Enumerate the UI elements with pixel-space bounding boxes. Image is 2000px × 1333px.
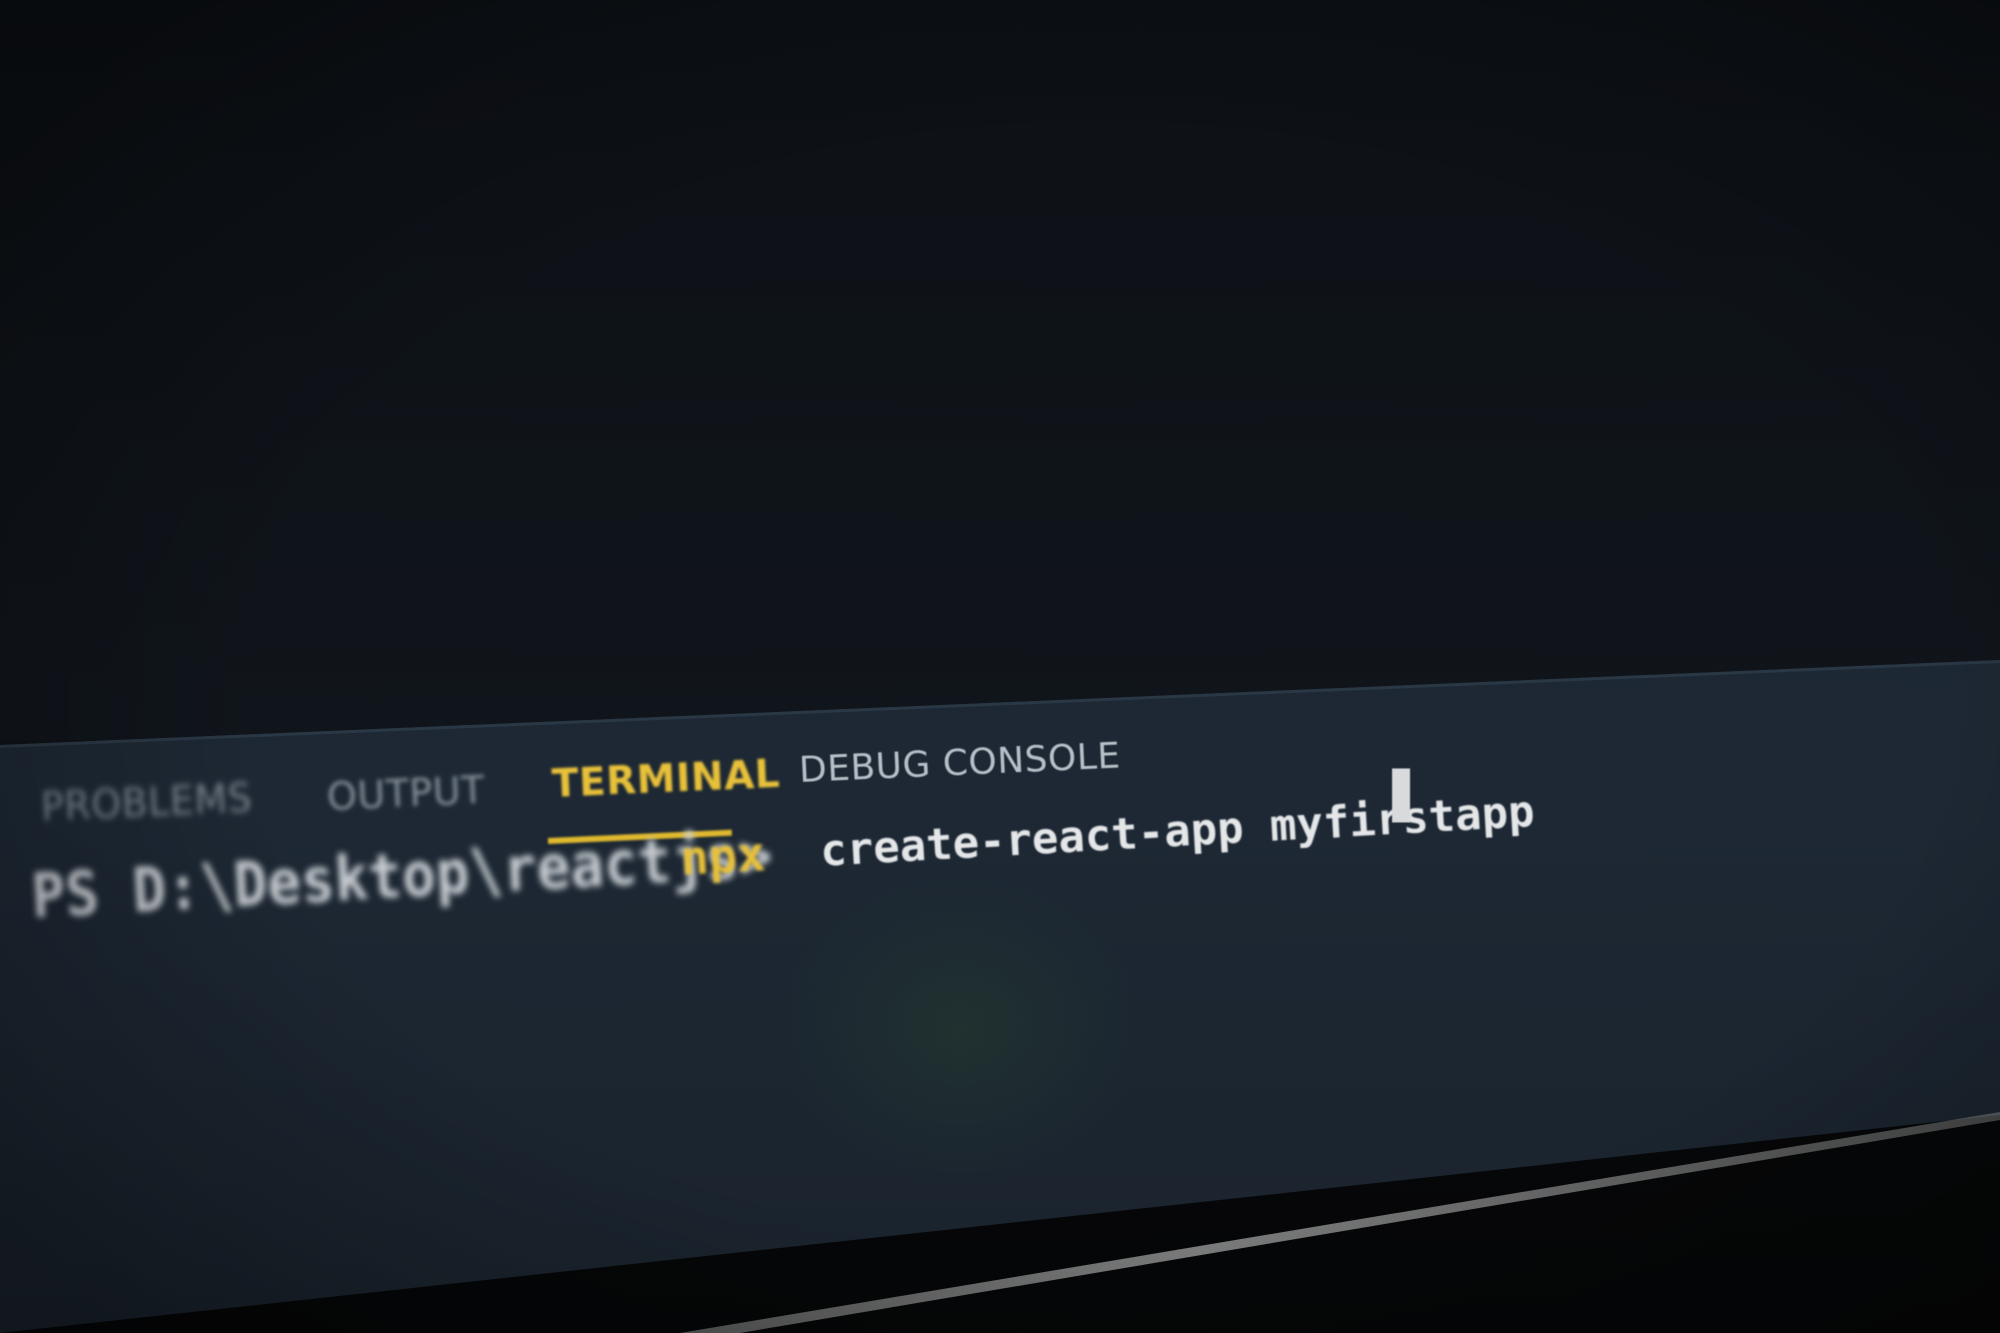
tab-problems[interactable]: PROBLEMS <box>40 774 253 830</box>
text-cursor <box>1392 768 1411 823</box>
tab-output[interactable]: OUTPUT <box>326 768 486 819</box>
monitor-screen: PROBLEMS OUTPUT TERMINAL DEBUG CONSOLE P… <box>0 0 2000 1333</box>
terminal-command: npx <box>678 827 767 887</box>
editor-area[interactable] <box>0 0 2000 740</box>
